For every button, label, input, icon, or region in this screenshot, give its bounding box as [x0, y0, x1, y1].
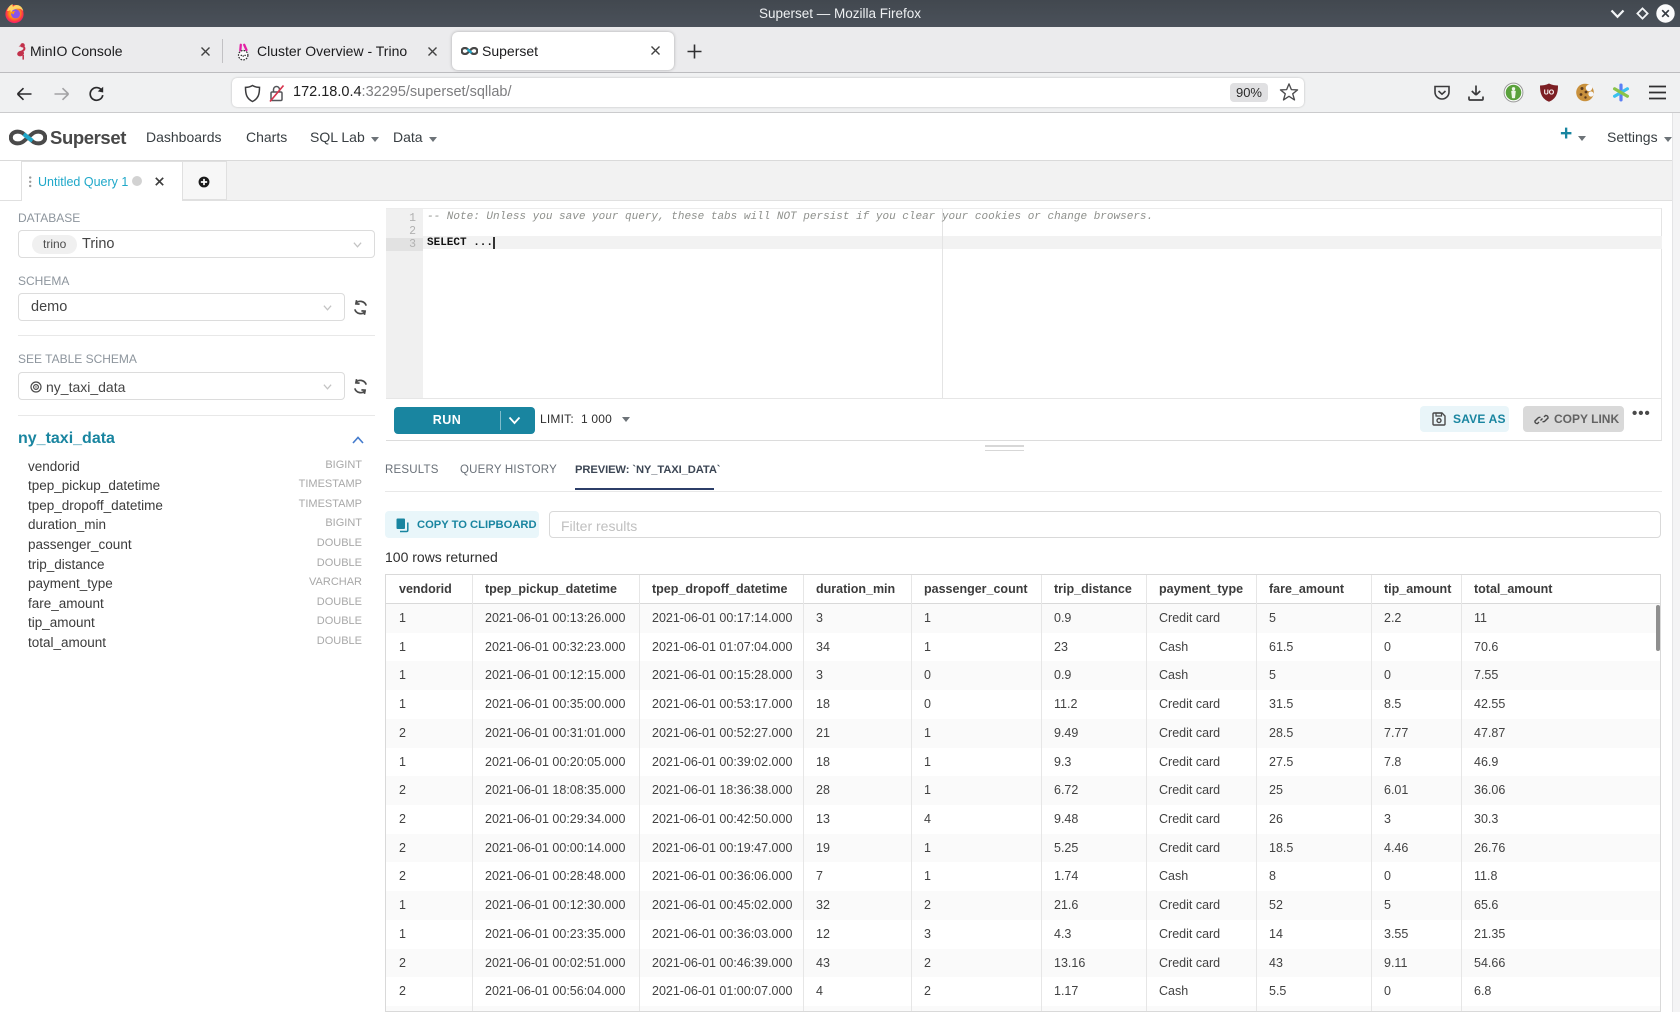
svg-text:UO: UO — [1544, 90, 1555, 97]
